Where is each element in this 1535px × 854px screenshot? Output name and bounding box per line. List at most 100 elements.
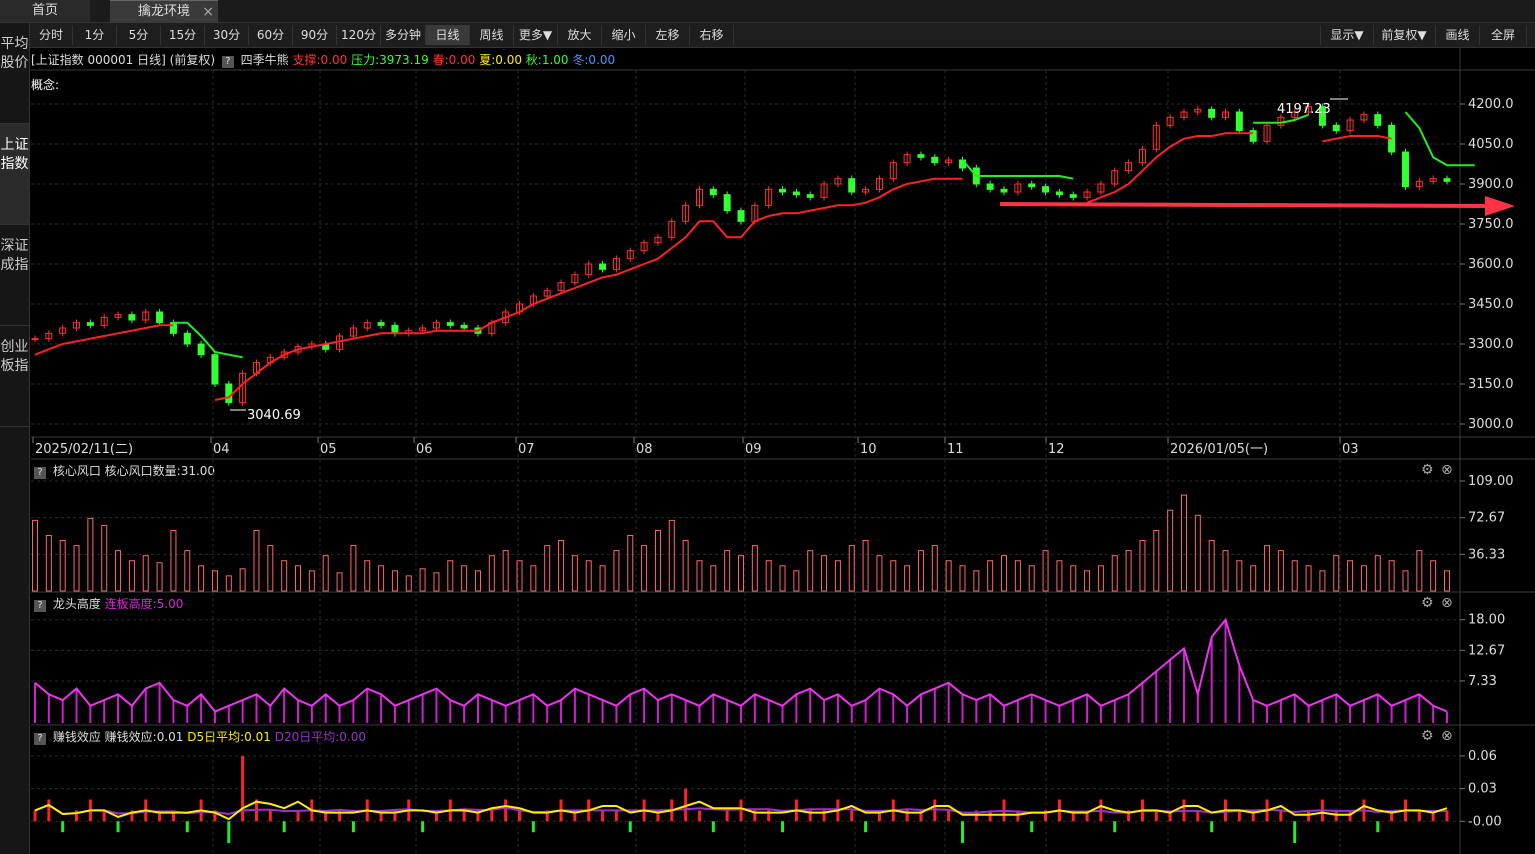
- sector-bar: [364, 560, 371, 592]
- x-tick-label: 07: [518, 442, 535, 457]
- sector-bar: [1153, 529, 1160, 592]
- arrow-head-icon: [1485, 196, 1515, 216]
- y-tick-label: 3150.0: [1468, 377, 1514, 392]
- sector-bar: [876, 555, 883, 592]
- candle-body: [1028, 183, 1036, 188]
- sector-bar: [1250, 565, 1257, 592]
- sector-bar: [295, 565, 302, 592]
- low-price-label: 3040.69: [247, 408, 301, 423]
- candle-body: [225, 383, 233, 404]
- sector-bar: [890, 560, 897, 592]
- candle-body: [848, 178, 856, 193]
- sector-bar: [848, 545, 855, 592]
- chart-canvas[interactable]: 4197.23 3040.69 4200.0 4050.0 3900.0 3750.0 3…: [0, 0, 1535, 854]
- sector-bar: [1070, 565, 1077, 592]
- x-tick-label: 2025/02/11(二): [35, 442, 133, 457]
- candle-body: [446, 322, 454, 326]
- sector-bar: [73, 545, 80, 592]
- sector-bar: [1333, 555, 1340, 592]
- candle-body: [197, 343, 205, 356]
- sector-bar: [32, 519, 38, 592]
- sector-bar: [142, 555, 149, 592]
- sector-bar: [945, 560, 952, 592]
- y-tick-label: 3750.0: [1468, 217, 1514, 232]
- sector-bar: [1222, 550, 1229, 592]
- sector-bar: [239, 568, 246, 592]
- y-tick-label: 4050.0: [1468, 137, 1514, 152]
- high-price-label: 4197.23: [1277, 102, 1331, 117]
- sector-bar: [502, 550, 509, 592]
- sector-bar: [779, 565, 786, 592]
- sector-bar: [59, 540, 66, 592]
- sector-bar: [253, 529, 260, 592]
- sector-bar: [391, 570, 398, 592]
- candle-body: [1000, 188, 1008, 193]
- candle-body: [986, 183, 994, 190]
- sector-bar: [641, 545, 648, 592]
- sector-bar: [696, 560, 703, 592]
- candle-body: [460, 324, 468, 329]
- candle-body: [169, 322, 177, 334]
- sector-bar: [917, 550, 924, 592]
- sector-bar: [862, 540, 869, 592]
- sector-bar: [571, 555, 578, 592]
- sector-bar: [128, 560, 135, 592]
- sector-bar: [474, 570, 481, 592]
- candle-body: [86, 322, 94, 326]
- sector-bar: [45, 535, 52, 592]
- sector-bar: [405, 575, 412, 592]
- sector-bar: [1416, 550, 1423, 592]
- sector-bar: [1208, 540, 1215, 592]
- candle-body: [737, 210, 745, 222]
- sector-bar: [1402, 570, 1409, 592]
- candle-body: [1443, 178, 1451, 182]
- sector-bar: [156, 562, 163, 592]
- sector-bar: [807, 550, 814, 592]
- x-tick-label: 09: [745, 442, 762, 457]
- candle-body: [806, 194, 814, 198]
- candle-body: [211, 354, 219, 385]
- candle-body: [391, 324, 399, 334]
- trend-arrow: [999, 202, 1491, 208]
- sector-bar: [1139, 540, 1146, 592]
- x-tick-label: 05: [320, 442, 337, 457]
- candle-body: [792, 191, 800, 196]
- sector-bar: [1444, 570, 1450, 592]
- sector-bar: [585, 560, 592, 592]
- pressure-line: [1404, 111, 1475, 167]
- candle-body: [917, 154, 925, 158]
- candle-body: [1055, 191, 1063, 196]
- y-tick-label: 0.06: [1468, 749, 1497, 764]
- candle-body: [1401, 151, 1409, 188]
- sector-bar: [973, 570, 980, 592]
- sector-bar: [1111, 555, 1118, 592]
- candle-body: [183, 332, 191, 345]
- y-tick-label: 18.00: [1468, 613, 1505, 628]
- height-line: [34, 617, 1448, 713]
- sector-bar: [281, 560, 288, 592]
- sector-bar: [1347, 560, 1354, 592]
- candle-body: [156, 311, 164, 324]
- sector-bar: [1264, 545, 1271, 592]
- sector-bar: [530, 565, 537, 592]
- sector-bar: [378, 565, 385, 592]
- x-tick-label: 2026/01/05(一): [1170, 442, 1268, 457]
- y-tick-label: 109.00: [1468, 474, 1514, 489]
- sector-bar: [738, 555, 744, 592]
- sector-bar: [101, 524, 108, 592]
- sector-bar: [613, 550, 620, 592]
- candle-body: [31, 338, 39, 341]
- x-tick-label: 03: [1342, 442, 1359, 457]
- candle-body: [709, 188, 717, 196]
- sector-bar: [710, 565, 717, 592]
- support-line: [34, 324, 174, 356]
- y-tick-label: 72.67: [1468, 511, 1505, 526]
- x-tick-label: 11: [947, 442, 964, 457]
- sector-bar: [170, 529, 177, 592]
- sector-bar: [599, 565, 606, 592]
- candle-body: [599, 263, 607, 270]
- sector-bar: [1001, 555, 1008, 592]
- sector-bar: [1430, 560, 1437, 592]
- sector-bar: [627, 535, 634, 592]
- sector-bar: [1236, 560, 1243, 592]
